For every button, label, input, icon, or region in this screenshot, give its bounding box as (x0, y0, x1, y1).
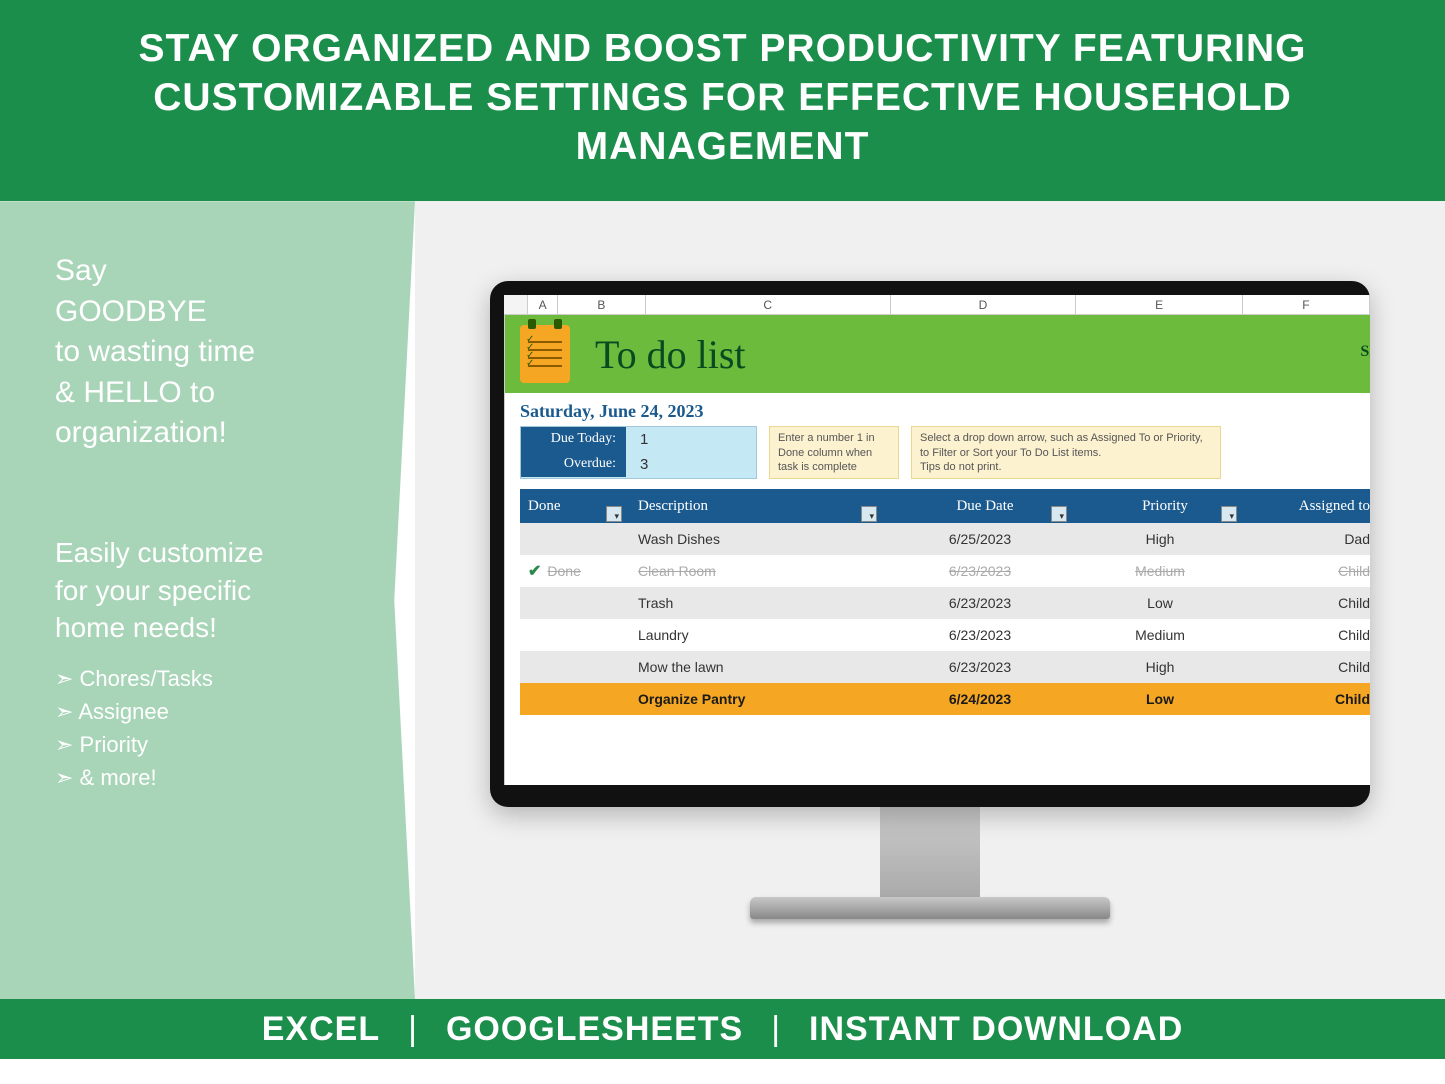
header-date-label: Due Date (956, 498, 1013, 514)
tip-box-2: Select a drop down arrow, such as Assign… (911, 426, 1221, 479)
task-row[interactable]: Laundry6/23/2023MediumChild (520, 619, 1370, 651)
due-summary-box: Due Today: 1 Overdue: 3 (520, 426, 757, 479)
header-prio-label: Priority (1142, 498, 1188, 514)
filter-icon[interactable] (606, 506, 622, 522)
cell-priority[interactable]: Medium (1075, 627, 1245, 643)
header-priority[interactable]: Priority (1075, 498, 1245, 515)
task-table-header: Done Description Due Date Priority Assig… (520, 489, 1370, 523)
cell-description[interactable]: Mow the lawn (630, 659, 885, 675)
spreadsheet-screen: A B C D E F (504, 295, 1370, 785)
filter-icon[interactable] (1221, 506, 1237, 522)
sheet-title-bar: To do list SE (505, 315, 1370, 393)
bullet-item: Chores/Tasks (55, 662, 365, 695)
task-row[interactable]: ✔DoneClean Room6/23/2023MediumChild (520, 555, 1370, 587)
cell-description[interactable]: Laundry (630, 627, 885, 643)
due-today-value: 1 (626, 427, 756, 452)
customize-line: Easily customize (55, 534, 365, 572)
header-done-label: Done (528, 498, 561, 515)
cell-description[interactable]: Organize Pantry (630, 691, 885, 707)
instant-download: INSTANT DOWNLOAD (809, 1010, 1183, 1049)
cell-priority[interactable]: Low (1075, 595, 1245, 611)
cell-due-date[interactable]: 6/23/2023 (885, 563, 1075, 579)
header-assigned-to[interactable]: Assigned to (1245, 498, 1370, 515)
intro-line: Say (55, 251, 365, 292)
cell-priority[interactable]: High (1075, 659, 1245, 675)
cell-assigned-to[interactable]: Dad (1245, 531, 1370, 547)
bullet-item: Priority (55, 728, 365, 761)
col-header[interactable]: F (1243, 295, 1370, 314)
corner-cell (504, 295, 528, 314)
cell-assigned-to[interactable]: Child (1245, 563, 1370, 579)
col-header[interactable]: B (558, 295, 646, 314)
cell-assigned-to[interactable]: Child (1245, 659, 1370, 675)
sheet-title: To do list (595, 331, 746, 378)
header-description[interactable]: Description (630, 498, 885, 515)
top-banner: STAY ORGANIZED AND BOOST PRODUCTIVITY FE… (0, 0, 1445, 201)
header-due-date[interactable]: Due Date (885, 498, 1075, 515)
filter-icon[interactable] (1051, 506, 1067, 522)
cell-description[interactable]: Clean Room (630, 563, 885, 579)
intro-line: GOODBYE (55, 292, 365, 333)
monitor-mockup: A B C D E F (490, 281, 1370, 919)
cell-due-date[interactable]: 6/23/2023 (885, 627, 1075, 643)
left-panel: Say GOODBYE to wasting time & HELLO to o… (0, 201, 415, 999)
col-header[interactable]: E (1076, 295, 1242, 314)
cell-done[interactable]: ✔Done (520, 561, 630, 581)
header-asgn-label: Assigned to (1299, 498, 1370, 514)
cell-priority[interactable]: High (1075, 531, 1245, 547)
bullet-item: Assignee (55, 695, 365, 728)
col-header[interactable]: A (528, 295, 557, 314)
task-row[interactable]: Trash6/23/2023LowChild (520, 587, 1370, 619)
separator: | (408, 1010, 418, 1049)
task-row[interactable]: Organize Pantry6/24/2023LowChild (520, 683, 1370, 715)
clipboard-icon (520, 325, 570, 383)
customize-block: Easily customize for your specific home … (55, 534, 365, 647)
intro-line: organization! (55, 413, 365, 454)
cell-assigned-to[interactable]: Child (1245, 595, 1370, 611)
bottom-banner: EXCEL | GOOGLESHEETS | INSTANT DOWNLOAD (0, 999, 1445, 1059)
customize-line: for your specific (55, 572, 365, 610)
cell-description[interactable]: Trash (630, 595, 885, 611)
bullet-item: & more! (55, 761, 365, 794)
cell-due-date[interactable]: 6/23/2023 (885, 595, 1075, 611)
overdue-value: 3 (626, 452, 756, 477)
cell-due-date[interactable]: 6/24/2023 (885, 691, 1075, 707)
due-today-label: Due Today: (521, 427, 626, 452)
current-date: Saturday, June 24, 2023 (505, 393, 1370, 426)
overdue-label: Overdue: (521, 452, 626, 477)
col-header[interactable]: C (646, 295, 891, 314)
right-panel: A B C D E F (415, 201, 1445, 999)
column-headers: A B C D E F (504, 295, 1370, 315)
title-suffix: SE (1360, 343, 1370, 361)
tip-box-1: Enter a number 1 in Done column when tas… (769, 426, 899, 479)
intro-block: Say GOODBYE to wasting time & HELLO to o… (55, 251, 365, 454)
platform-excel: EXCEL (262, 1010, 380, 1049)
task-row[interactable]: Wash Dishes6/25/2023HighDad (520, 523, 1370, 555)
col-header[interactable]: D (891, 295, 1077, 314)
header-done[interactable]: Done (520, 498, 630, 515)
cell-due-date[interactable]: 6/23/2023 (885, 659, 1075, 675)
mid-section: Say GOODBYE to wasting time & HELLO to o… (0, 201, 1445, 999)
platform-googlesheets: GOOGLESHEETS (446, 1010, 743, 1049)
cell-priority[interactable]: Medium (1075, 563, 1245, 579)
monitor-stand-neck (880, 807, 980, 897)
separator: | (771, 1010, 781, 1049)
cell-assigned-to[interactable]: Child (1245, 691, 1370, 707)
customize-line: home needs! (55, 609, 365, 647)
filter-icon[interactable] (861, 506, 877, 522)
intro-line: to wasting time (55, 332, 365, 373)
cell-due-date[interactable]: 6/25/2023 (885, 531, 1075, 547)
summary-row: Due Today: 1 Overdue: 3 Enter a number 1… (505, 426, 1370, 489)
header-desc-label: Description (638, 498, 708, 514)
monitor-stand-base (750, 897, 1110, 919)
monitor-frame: A B C D E F (490, 281, 1370, 807)
cell-description[interactable]: Wash Dishes (630, 531, 885, 547)
bullet-list: Chores/Tasks Assignee Priority & more! (55, 662, 365, 794)
task-rows: Wash Dishes6/25/2023HighDad✔DoneClean Ro… (505, 523, 1370, 715)
check-icon: ✔ (528, 561, 541, 581)
intro-line: & HELLO to (55, 373, 365, 414)
cell-priority[interactable]: Low (1075, 691, 1245, 707)
task-row[interactable]: Mow the lawn6/23/2023HighChild (520, 651, 1370, 683)
cell-assigned-to[interactable]: Child (1245, 627, 1370, 643)
